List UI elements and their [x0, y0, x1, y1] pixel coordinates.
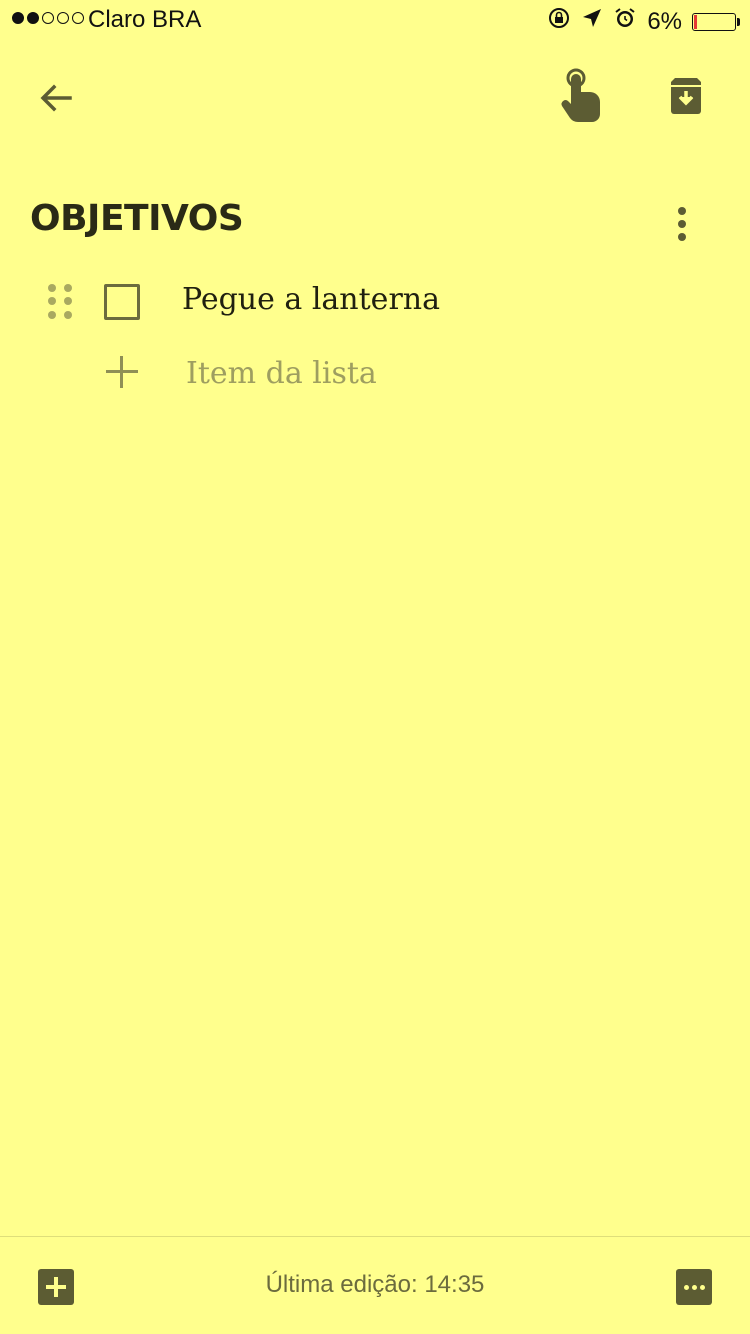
battery-icon [692, 12, 740, 31]
battery-level [694, 14, 697, 29]
orientation-lock-icon [547, 6, 571, 37]
item-checkbox[interactable] [104, 284, 140, 320]
archive-icon [671, 78, 701, 114]
reminder-button[interactable] [552, 66, 612, 126]
list-item: Pegue a lanterna [0, 270, 750, 334]
more-vert-icon [678, 207, 686, 215]
note-title[interactable]: OBJETIVOS [30, 198, 244, 239]
add-item-placeholder[interactable]: Item da lista [186, 356, 377, 391]
note-toolbar [0, 40, 750, 152]
carrier-name: Claro BRA [88, 6, 202, 33]
archive-button[interactable] [660, 70, 712, 122]
arrow-back-icon [40, 84, 72, 112]
reminder-hand-icon [561, 68, 600, 122]
battery-percent: 6% [647, 7, 682, 35]
list-item-text[interactable]: Pegue a lanterna [182, 282, 440, 317]
last-edit-time: Última edição: 14:35 [265, 1271, 485, 1298]
alarm-clock-icon [613, 6, 637, 37]
add-list-item[interactable]: Item da lista [0, 344, 750, 404]
signal-strength-icon [12, 12, 84, 24]
location-arrow-icon [581, 7, 603, 36]
bottom-bar: Última edição: 14:35 [0, 1236, 750, 1334]
list-options-button[interactable] [666, 200, 698, 248]
more-horiz-icon [683, 1284, 689, 1290]
status-indicators: 6% [547, 6, 740, 37]
back-button[interactable] [28, 70, 84, 126]
status-bar: Claro BRA 6% [0, 0, 750, 40]
more-options-button[interactable] [676, 1269, 712, 1305]
plus-icon [104, 354, 140, 390]
drag-handle-icon[interactable] [48, 284, 76, 320]
